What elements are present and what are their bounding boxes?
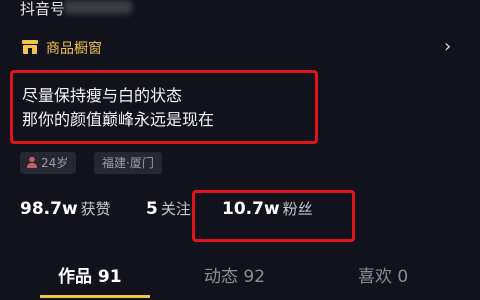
shop-window-label: 商品橱窗 [46,41,102,57]
following-label: 关注 [160,200,191,218]
following-count: 5 [146,199,158,219]
followers-highlight-box [192,190,355,242]
age-value: 24岁 [41,156,69,170]
chevron-right-icon: › [444,36,452,57]
active-tab-indicator [40,295,150,298]
shop-icon [22,40,38,54]
tab-activity[interactable]: 动态 92 [204,262,265,287]
content-tabs: 作品 91 动态 92 喜欢 0 [0,262,480,300]
likes-count: 98.7w [20,199,78,219]
account-id-label: 抖音号 [20,0,66,18]
shop-window-entry[interactable]: 商品橱窗 › [0,36,480,62]
tab-likes[interactable]: 喜欢 0 [358,262,408,287]
likes-label: 获赞 [80,200,111,218]
age-tag: 24岁 [20,152,77,174]
bio-highlight-box [10,70,318,144]
person-icon [27,156,37,168]
following-stat[interactable]: 5 关注 [146,198,191,219]
likes-stat[interactable]: 98.7w 获赞 [20,198,111,219]
redacted-account-number [64,0,132,14]
tab-works[interactable]: 作品 91 [58,262,122,287]
location-tag: 福建·厦门 [94,152,162,174]
